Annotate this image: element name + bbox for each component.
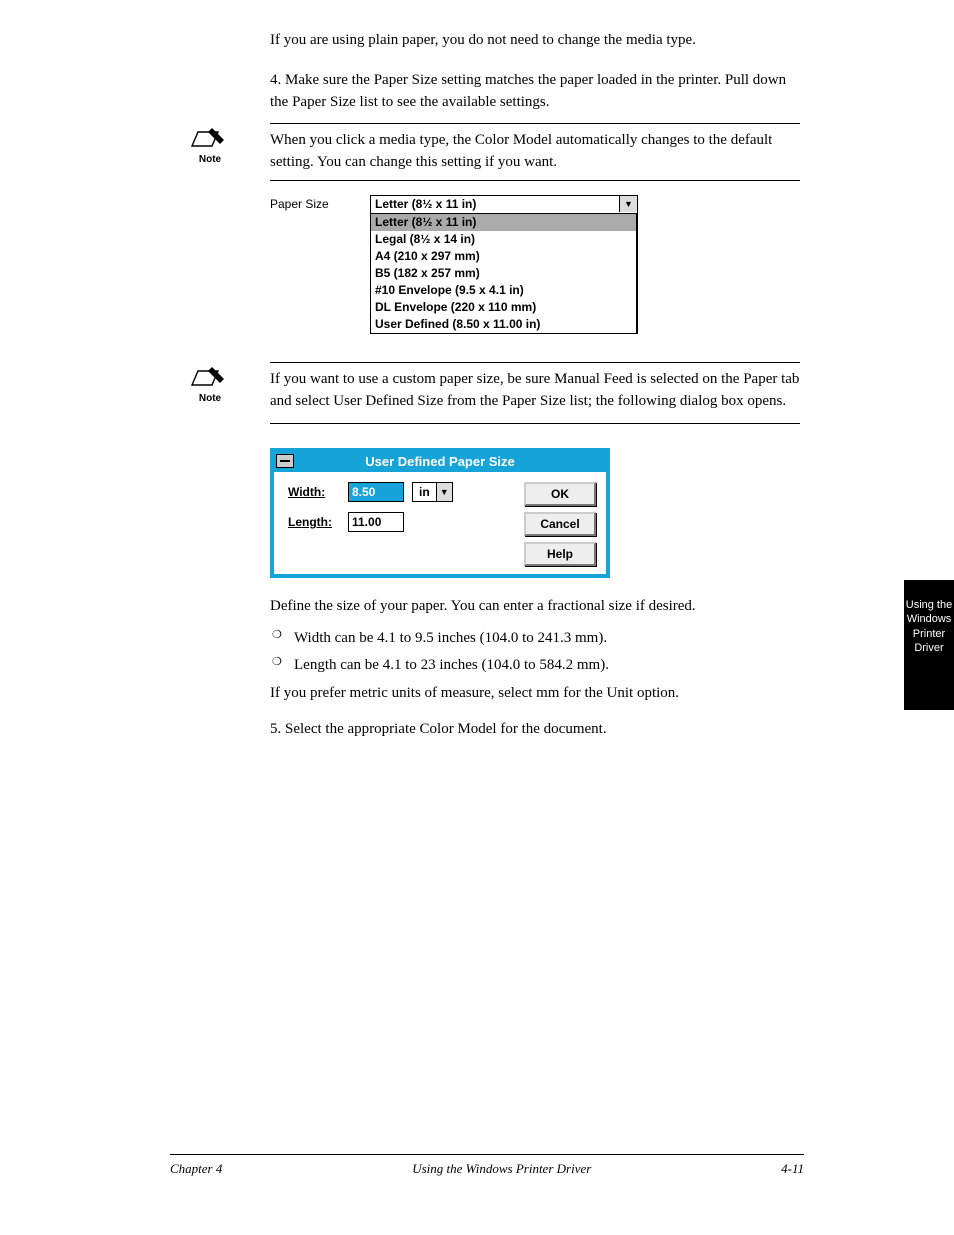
paper-size-dropdown[interactable]: Letter (8½ x 11 in) ▼ Letter (8½ x 11 in… xyxy=(370,195,638,334)
paper-size-list: Letter (8½ x 11 in) Legal (8½ x 14 in) A… xyxy=(371,214,637,333)
length-range: Length can be 4.1 to 23 inches (104.0 to… xyxy=(270,655,800,677)
intro-paragraphs: If you are using plain paper, you do not… xyxy=(270,30,800,113)
paper-size-option[interactable]: B5 (182 x 257 mm) xyxy=(371,265,636,282)
system-menu-icon[interactable] xyxy=(276,454,294,468)
unit-select[interactable]: in ▼ xyxy=(412,482,453,502)
dialog-title: User Defined Paper Size xyxy=(365,454,515,469)
note-1-text: When you click a media type, the Color M… xyxy=(270,130,800,174)
paper-size-option[interactable]: #10 Envelope (9.5 x 4.1 in) xyxy=(371,282,636,299)
paper-size-option[interactable]: User Defined (8.50 x 11.00 in) xyxy=(371,316,636,333)
width-label: Width: xyxy=(288,485,340,499)
step-5: 5. Select the appropriate Color Model fo… xyxy=(270,719,800,741)
width-range: Width can be 4.1 to 9.5 inches (104.0 to… xyxy=(270,628,800,650)
cancel-button[interactable]: Cancel xyxy=(524,512,596,536)
lead-sentence: Define the size of your paper. You can e… xyxy=(270,596,800,618)
rule-bottom-note1 xyxy=(270,180,800,181)
paper-size-current: Letter (8½ x 11 in) xyxy=(375,197,476,211)
note-2: Note If you want to use a custom paper s… xyxy=(270,369,800,417)
dropdown-arrow-icon[interactable]: ▼ xyxy=(436,483,452,501)
paper-size-option[interactable]: DL Envelope (220 x 110 mm) xyxy=(371,299,636,316)
width-input[interactable]: 8.50 xyxy=(348,482,404,502)
dialog-titlebar: User Defined Paper Size xyxy=(274,452,606,472)
paper-size-option[interactable]: Letter (8½ x 11 in) xyxy=(371,214,636,231)
footer-title: Using the Windows Printer Driver xyxy=(412,1161,591,1177)
paper-size-option[interactable]: Legal (8½ x 14 in) xyxy=(371,231,636,248)
paper-size-control: Paper Size Letter (8½ x 11 in) ▼ Letter … xyxy=(270,195,800,334)
units-sentence: If you prefer metric units of measure, s… xyxy=(270,683,800,705)
note-icon: Note xyxy=(190,124,230,165)
rule-bottom-note2 xyxy=(270,423,800,424)
dropdown-arrow-icon[interactable]: ▼ xyxy=(619,196,637,212)
footer-page-number: 4-11 xyxy=(781,1161,804,1177)
intro-line-1: If you are using plain paper, you do not… xyxy=(270,30,800,52)
paper-size-option[interactable]: A4 (210 x 297 mm) xyxy=(371,248,636,265)
paper-size-label: Paper Size xyxy=(270,195,370,211)
page-footer: Chapter 4 Using the Windows Printer Driv… xyxy=(170,1154,804,1177)
length-label: Length: xyxy=(288,515,340,529)
ok-button[interactable]: OK xyxy=(524,482,596,506)
side-tab: Using the Windows Printer Driver xyxy=(904,580,954,710)
note-2-text: If you want to use a custom paper size, … xyxy=(270,369,800,417)
side-tab-label: Using the Windows Printer Driver xyxy=(906,599,952,654)
length-input[interactable]: 11.00 xyxy=(348,512,404,532)
rule-top-note1 xyxy=(270,123,800,124)
rule-top-note2 xyxy=(270,362,800,363)
after-dialog-text: Define the size of your paper. You can e… xyxy=(270,596,800,741)
help-button[interactable]: Help xyxy=(524,542,596,566)
user-defined-dialog: User Defined Paper Size Width: 8.50 in ▼… xyxy=(270,448,610,578)
footer-chapter: Chapter 4 xyxy=(170,1161,222,1177)
note-icon: Note xyxy=(190,363,230,404)
note-1: Note When you click a media type, the Co… xyxy=(270,130,800,174)
intro-step-4: 4. Make sure the Paper Size setting matc… xyxy=(270,70,800,114)
unit-value: in xyxy=(413,485,436,499)
